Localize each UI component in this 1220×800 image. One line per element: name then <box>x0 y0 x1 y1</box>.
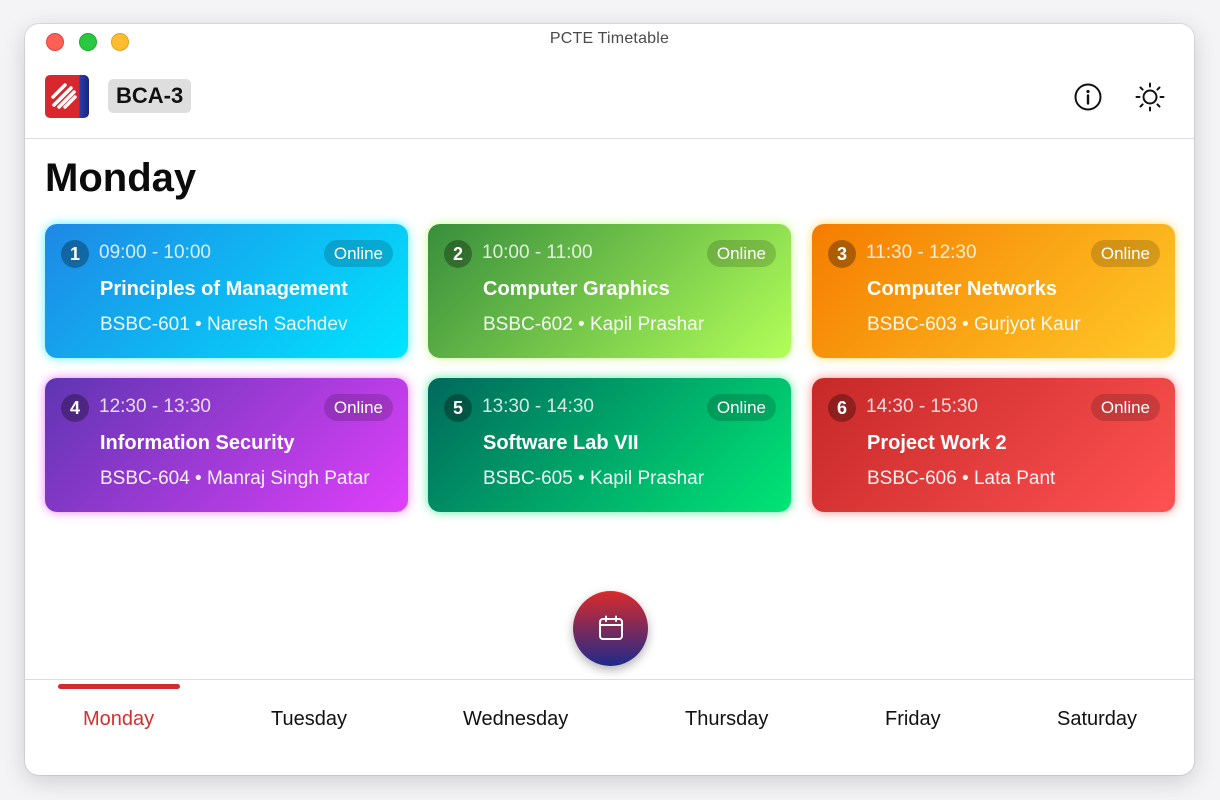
app-header: BCA-3 <box>25 64 1194 139</box>
lecture-number: 5 <box>444 394 472 422</box>
subject-name: Project Work 2 <box>867 432 1007 454</box>
title-bar: PCTE Timetable <box>25 24 1194 54</box>
window-title: PCTE Timetable <box>549 30 670 47</box>
college-logo <box>45 75 89 118</box>
tab-tuesday[interactable]: Tuesday <box>271 708 347 731</box>
lecture-number: 1 <box>61 240 89 268</box>
day-title: Monday <box>45 156 197 200</box>
lecture-card[interactable]: 2 10:00 - 11:00 Online Computer Graphics… <box>428 224 791 358</box>
info-button[interactable] <box>1073 82 1103 112</box>
subject-name: Computer Networks <box>867 278 1058 300</box>
lecture-time: 11:30 - 12:30 <box>866 242 977 263</box>
subject-name: Computer Graphics <box>483 278 670 300</box>
subject-code-teacher: BSBC-604 • Manraj Singh Patar <box>100 468 370 489</box>
online-badge: Online <box>1090 240 1160 267</box>
class-selector[interactable]: BCA-3 <box>108 79 192 113</box>
lecture-time: 13:30 - 14:30 <box>482 396 594 417</box>
app-window: PCTE Timetable BCA-3 Monday 1 09:00 - 10… <box>25 24 1194 775</box>
lecture-number: 3 <box>828 240 856 268</box>
subject-code-teacher: BSBC-603 • Gurjyot Kaur <box>867 314 1081 335</box>
active-tab-indicator <box>58 684 180 689</box>
subject-name: Principles of Management <box>100 278 348 300</box>
lecture-card[interactable]: 5 13:30 - 14:30 Online Software Lab VII … <box>428 378 791 512</box>
tab-wednesday[interactable]: Wednesday <box>463 708 568 731</box>
lecture-time: 12:30 - 13:30 <box>99 396 211 417</box>
online-badge: Online <box>323 240 393 267</box>
subject-code-teacher: BSBC-605 • Kapil Prashar <box>483 468 705 489</box>
lecture-number: 6 <box>828 394 856 422</box>
theme-toggle-button[interactable] <box>1135 82 1165 112</box>
lecture-number: 2 <box>444 240 472 268</box>
calendar-fab-button[interactable] <box>573 591 648 666</box>
subject-name: Software Lab VII <box>483 432 639 454</box>
lecture-card[interactable]: 6 14:30 - 15:30 Online Project Work 2 BS… <box>812 378 1175 512</box>
info-icon <box>1074 83 1102 111</box>
lecture-time: 14:30 - 15:30 <box>866 396 978 417</box>
subject-code-teacher: BSBC-601 • Naresh Sachdev <box>100 314 348 335</box>
sun-icon <box>1135 82 1165 112</box>
online-badge: Online <box>706 394 776 421</box>
lecture-number: 4 <box>61 394 89 422</box>
lecture-grid: 1 09:00 - 10:00 Online Principles of Man… <box>45 224 1175 514</box>
lecture-time: 09:00 - 10:00 <box>99 242 211 263</box>
subject-code-teacher: BSBC-606 • Lata Pant <box>867 468 1056 489</box>
tab-thursday[interactable]: Thursday <box>685 708 768 731</box>
logo-stripes-icon <box>51 83 77 109</box>
tab-monday[interactable]: Monday <box>83 708 154 731</box>
calendar-icon <box>599 615 623 640</box>
tab-friday[interactable]: Friday <box>885 708 941 731</box>
lecture-card[interactable]: 3 11:30 - 12:30 Online Computer Networks… <box>812 224 1175 358</box>
subject-code-teacher: BSBC-602 • Kapil Prashar <box>483 314 705 335</box>
subject-name: Information Security <box>100 432 295 454</box>
lecture-card[interactable]: 1 09:00 - 10:00 Online Principles of Man… <box>45 224 408 358</box>
online-badge: Online <box>323 394 393 421</box>
tab-saturday[interactable]: Saturday <box>1057 708 1137 731</box>
day-tab-bar: Monday Tuesday Wednesday Thursday Friday… <box>25 679 1194 775</box>
online-badge: Online <box>1090 394 1160 421</box>
lecture-time: 10:00 - 11:00 <box>482 242 593 263</box>
lecture-card[interactable]: 4 12:30 - 13:30 Online Information Secur… <box>45 378 408 512</box>
online-badge: Online <box>706 240 776 267</box>
